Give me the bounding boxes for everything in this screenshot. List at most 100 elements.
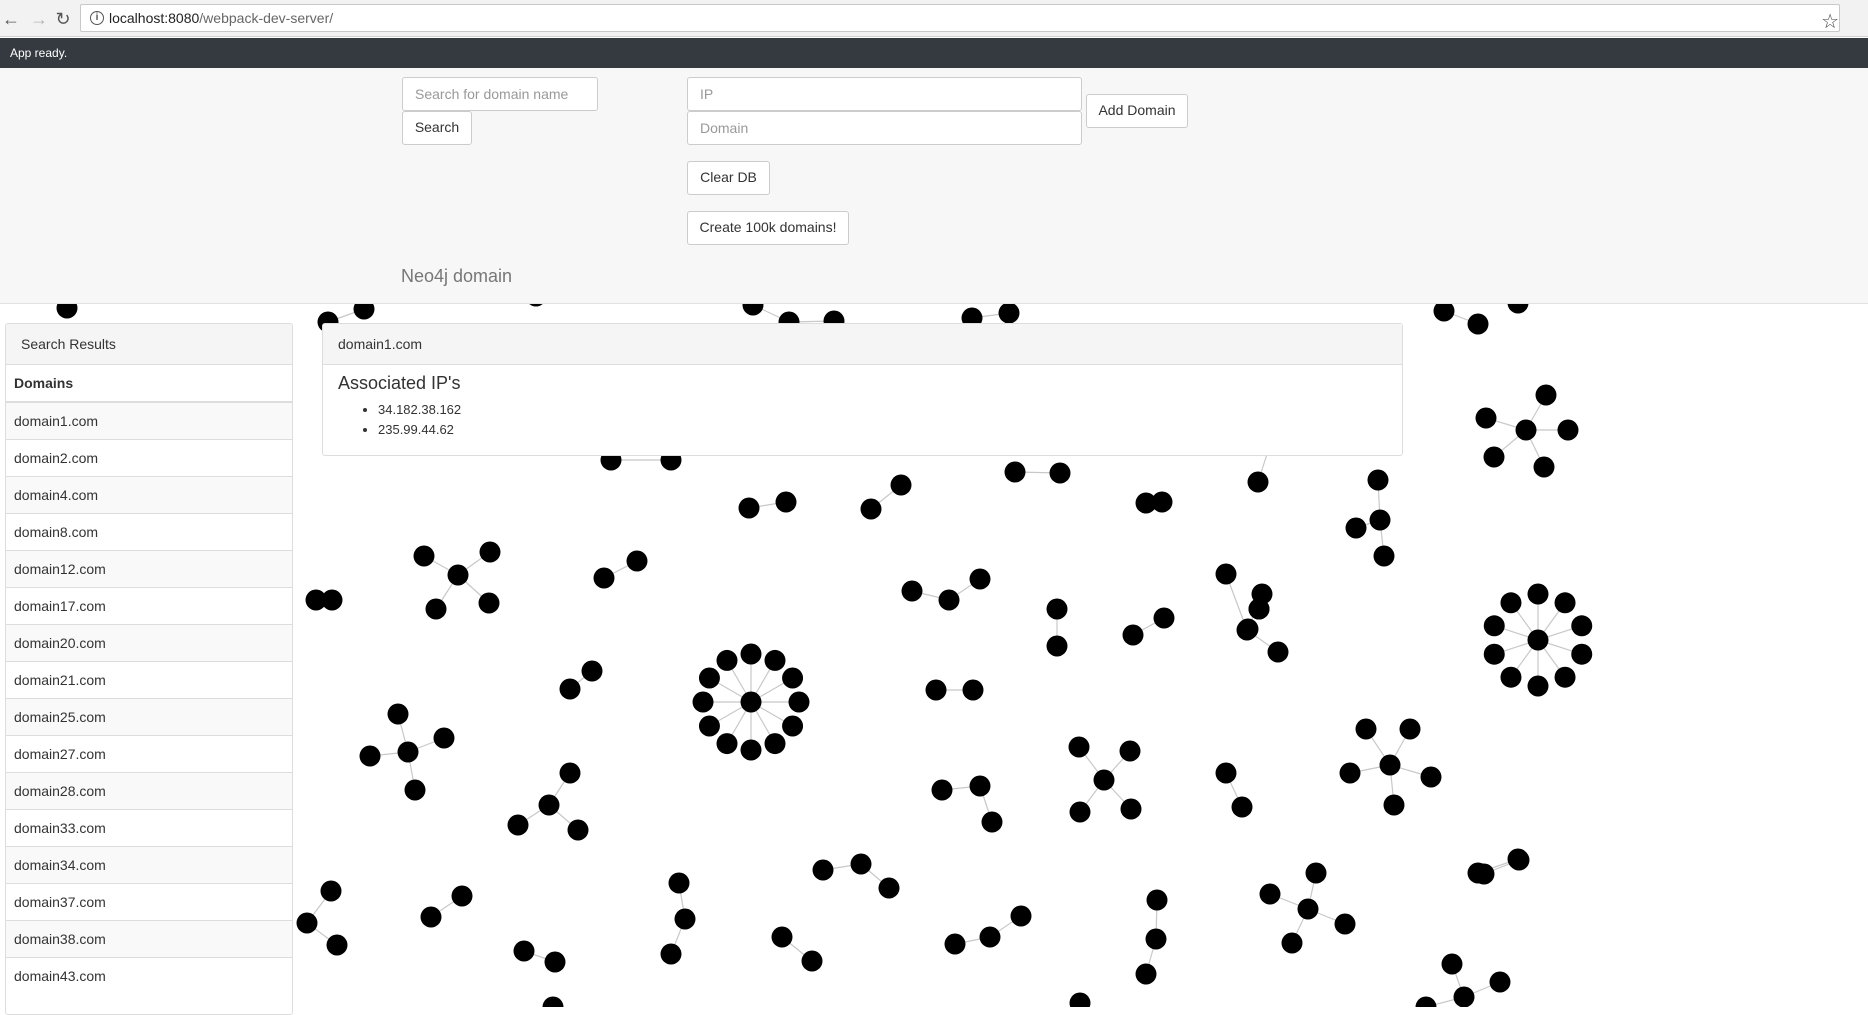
graph-node[interactable] [1467, 313, 1489, 335]
graph-node[interactable] [593, 567, 615, 589]
domain-result-item[interactable]: domain21.com [6, 661, 292, 699]
graph-node[interactable] [1533, 456, 1555, 478]
graph-node[interactable] [1247, 471, 1269, 493]
graph-node[interactable] [1508, 849, 1530, 871]
graph-node[interactable] [1010, 905, 1032, 927]
clear-db-button[interactable]: Clear DB [687, 161, 770, 195]
graph-node[interactable] [1483, 643, 1505, 665]
graph-node[interactable] [1259, 883, 1281, 905]
graph-node[interactable] [738, 497, 760, 519]
graph-node[interactable] [538, 794, 560, 816]
table-row[interactable]: domain20.com [6, 624, 292, 662]
graph-node[interactable] [542, 996, 564, 1008]
graph-node[interactable] [740, 643, 762, 665]
domain-result-item[interactable]: domain28.com [6, 772, 292, 810]
domain-result-item[interactable]: domain4.com [6, 476, 292, 514]
graph-node[interactable] [1267, 641, 1289, 663]
graph-node[interactable] [1231, 796, 1253, 818]
graph-node[interactable] [320, 880, 342, 902]
graph-node[interactable] [359, 745, 381, 767]
graph-node[interactable] [938, 589, 960, 611]
domain-input[interactable] [687, 111, 1082, 145]
table-row[interactable]: domain2.com [6, 439, 292, 477]
graph-node[interactable] [1515, 419, 1537, 441]
graph-node[interactable] [788, 691, 810, 713]
table-row[interactable]: domain17.com [6, 587, 292, 625]
domain-result-item[interactable]: domain38.com [6, 920, 292, 958]
graph-node[interactable] [1215, 563, 1237, 585]
graph-node[interactable] [1215, 762, 1237, 784]
graph-node[interactable] [425, 598, 447, 620]
graph-node[interactable] [944, 933, 966, 955]
graph-node[interactable] [850, 853, 872, 875]
graph-node[interactable] [559, 678, 581, 700]
graph-node[interactable] [1068, 736, 1090, 758]
graph-node[interactable] [901, 580, 923, 602]
graph-node[interactable] [1046, 598, 1068, 620]
graph-node[interactable] [1557, 419, 1579, 441]
table-row[interactable]: domain25.com [6, 698, 292, 736]
domain-result-item[interactable]: domain25.com [6, 698, 292, 736]
graph-node[interactable] [1004, 461, 1026, 483]
graph-node[interactable] [1554, 592, 1576, 614]
graph-node[interactable] [1527, 583, 1549, 605]
domain-result-item[interactable]: domain27.com [6, 735, 292, 773]
graph-node[interactable] [1379, 754, 1401, 776]
graph-node[interactable] [296, 912, 318, 934]
graph-node[interactable] [1399, 718, 1421, 740]
ip-input[interactable] [687, 77, 1082, 111]
graph-node[interactable] [1554, 666, 1576, 688]
table-row[interactable]: domain21.com [6, 661, 292, 699]
domain-result-item[interactable]: domain37.com [6, 883, 292, 921]
domain-result-item[interactable]: domain34.com [6, 846, 292, 884]
graph-node[interactable] [962, 679, 984, 701]
table-row[interactable]: domain4.com [6, 476, 292, 514]
graph-node[interactable] [716, 733, 738, 755]
graph-node[interactable] [1334, 913, 1356, 935]
graph-node[interactable] [1345, 517, 1367, 539]
graph-node[interactable] [716, 649, 738, 671]
table-row[interactable]: domain27.com [6, 735, 292, 773]
graph-node[interactable] [1093, 769, 1115, 791]
graph-node[interactable] [404, 779, 426, 801]
graph-node[interactable] [420, 906, 442, 928]
graph-node[interactable] [1475, 407, 1497, 429]
graph-node[interactable] [513, 940, 535, 962]
graph-node[interactable] [1369, 509, 1391, 531]
graph-node[interactable] [478, 592, 500, 614]
table-row[interactable]: domain43.com [6, 957, 292, 994]
graph-node[interactable] [931, 779, 953, 801]
graph-node[interactable] [812, 859, 834, 881]
graph-node[interactable] [433, 727, 455, 749]
graph-node[interactable] [782, 667, 804, 689]
graph-node[interactable] [1415, 996, 1437, 1008]
create-domains-button[interactable]: Create 100k domains! [687, 211, 849, 245]
domain-result-item[interactable]: domain2.com [6, 439, 292, 477]
domain-result-item[interactable]: domain8.com [6, 513, 292, 551]
domain-result-item[interactable]: domain43.com [6, 957, 292, 994]
graph-node[interactable] [1305, 862, 1327, 884]
graph-node[interactable] [740, 691, 762, 713]
table-row[interactable]: domain12.com [6, 550, 292, 588]
graph-node[interactable] [925, 679, 947, 701]
domain-result-item[interactable]: domain33.com [6, 809, 292, 847]
graph-node[interactable] [1527, 675, 1549, 697]
graph-node[interactable] [387, 703, 409, 725]
graph-node[interactable] [1281, 932, 1303, 954]
graph-node[interactable] [447, 564, 469, 586]
graph-node[interactable] [1146, 889, 1168, 911]
graph-node[interactable] [1145, 928, 1167, 950]
graph-node[interactable] [1483, 446, 1505, 468]
graph-node[interactable] [801, 950, 823, 972]
domain-result-item[interactable]: domain20.com [6, 624, 292, 662]
table-row[interactable]: domain8.com [6, 513, 292, 551]
graph-node[interactable] [1500, 666, 1522, 688]
graph-node[interactable] [740, 739, 762, 761]
graph-node[interactable] [771, 926, 793, 948]
graph-node[interactable] [1453, 986, 1475, 1008]
graph-node[interactable] [969, 775, 991, 797]
graph-node[interactable] [1069, 801, 1091, 823]
graph-node[interactable] [878, 877, 900, 899]
graph-node[interactable] [998, 302, 1020, 324]
graph-node[interactable] [1153, 607, 1175, 629]
